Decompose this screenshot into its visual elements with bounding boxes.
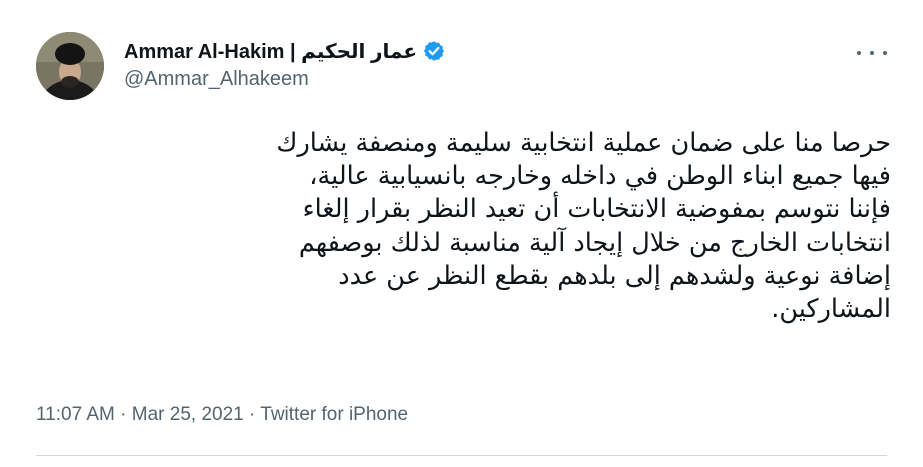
- tweet-metadata: 11:07 AM · Mar 25, 2021 · Twitter for iP…: [36, 404, 408, 426]
- display-name[interactable]: Ammar Al-Hakim | عمار الحكيم: [124, 39, 417, 64]
- name-row: Ammar Al-Hakim | عمار الحكيم: [124, 38, 445, 64]
- tweet-text-line: المشاركين.: [771, 294, 891, 325]
- divider: [36, 455, 887, 456]
- handle[interactable]: @Ammar_Alhakeem: [124, 68, 445, 91]
- tweet-text-line: إضافة نوعية ولشدهم إلى بلدهم بقطع النظر …: [338, 260, 891, 291]
- profile-photo-icon: [36, 32, 104, 100]
- tweet-source[interactable]: Twitter for iPhone: [260, 404, 408, 425]
- tweet-text-line: حرصا منا على ضمان عملية انتخابية سليمة و…: [276, 128, 891, 158]
- separator: ·: [120, 404, 132, 425]
- tweet-text-line: فإننا نتوسم بمفوضية الانتخابات أن تعيد ا…: [302, 194, 891, 225]
- tweet-date[interactable]: Mar 25, 2021: [132, 404, 244, 425]
- tweet-header: Ammar Al-Hakim | عمار الحكيم @Ammar_Alha…: [36, 32, 895, 100]
- tweet-text: حرصا منا على ضمان عملية انتخابية سليمة و…: [32, 127, 891, 326]
- verified-badge-icon: [423, 40, 445, 62]
- tweet-card: Ammar Al-Hakim | عمار الحكيم @Ammar_Alha…: [0, 0, 923, 467]
- tweet-time[interactable]: 11:07 AM: [36, 404, 115, 425]
- avatar[interactable]: [36, 32, 104, 100]
- separator: ·: [249, 404, 261, 425]
- author-info: Ammar Al-Hakim | عمار الحكيم @Ammar_Alha…: [124, 38, 445, 91]
- tweet-text-line: فيها جميع ابناء الوطن في داخله وخارجه با…: [309, 161, 891, 192]
- tweet-text-line: انتخابات الخارج من خلال إيجاد آلية مناسب…: [298, 227, 891, 258]
- more-options-icon[interactable]: [857, 46, 887, 60]
